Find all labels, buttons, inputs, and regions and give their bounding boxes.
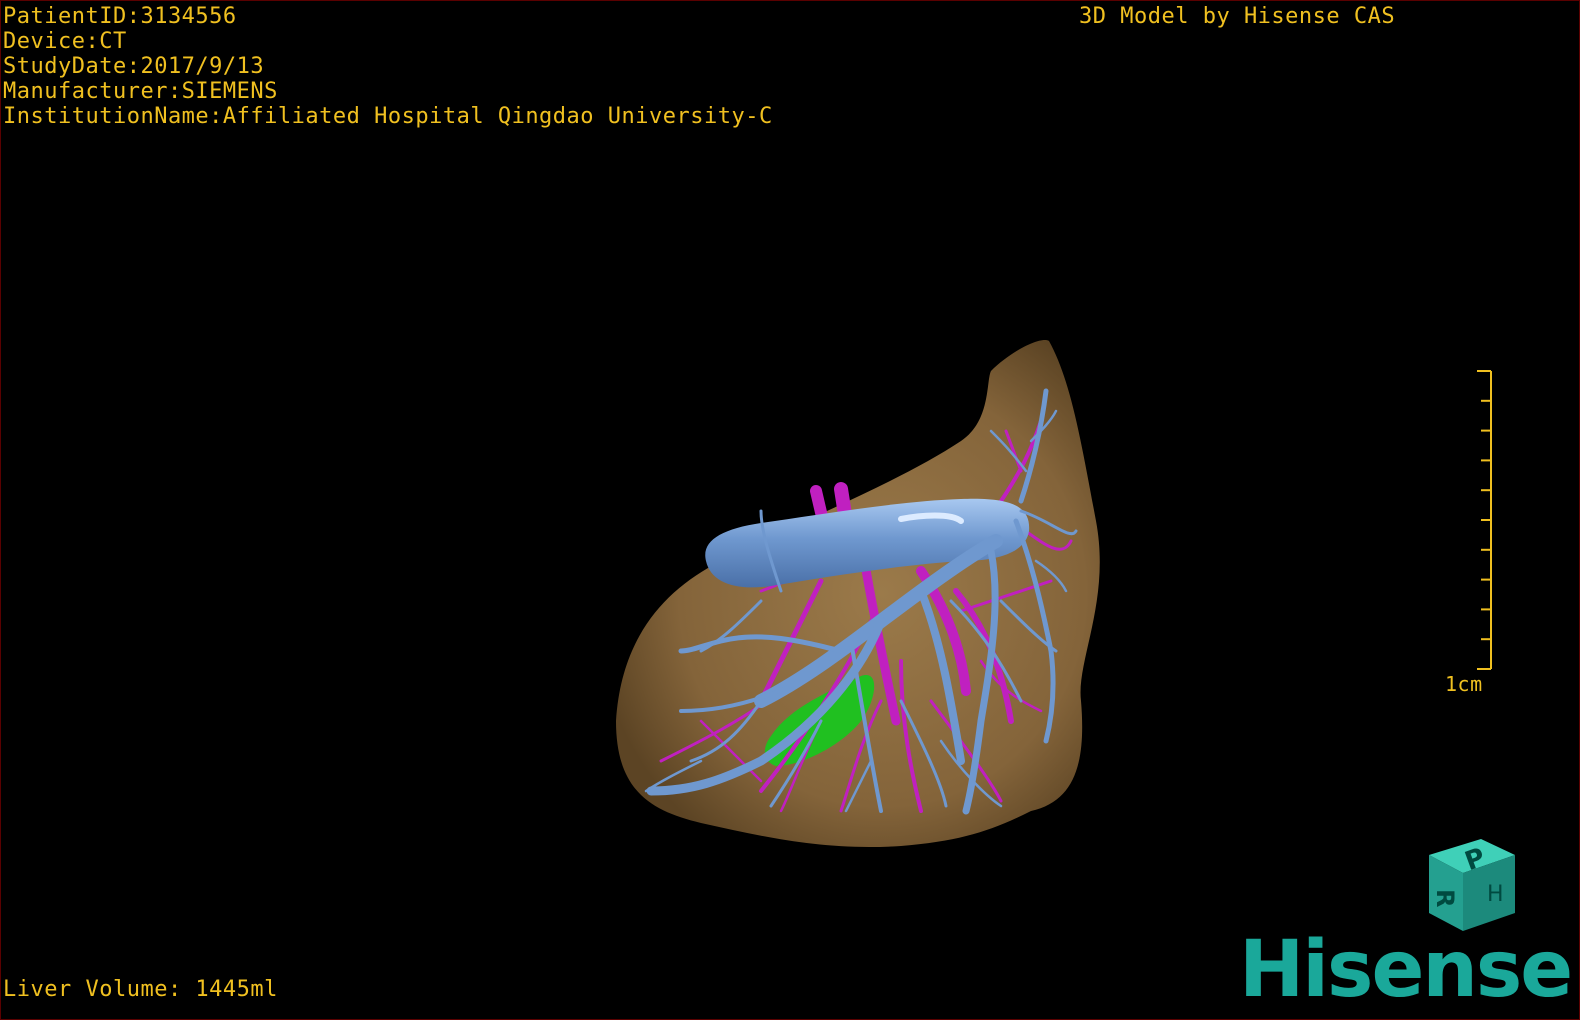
liver-volume: Liver Volume: 1445ml bbox=[3, 977, 278, 1002]
hisense-logo: Hisense bbox=[1239, 925, 1573, 1015]
scale-label: 1cm bbox=[1445, 672, 1483, 696]
study-date: StudyDate:2017/9/13 bbox=[3, 54, 265, 79]
liver-3d-model[interactable] bbox=[1, 1, 1580, 1020]
dicom-metadata: PatientID:3134556 Device:CT StudyDate:2017… bbox=[3, 4, 773, 129]
manufacturer: Manufacturer:SIEMENS bbox=[3, 79, 278, 104]
orientation-cube[interactable]: P H R bbox=[1419, 835, 1523, 935]
institution-name: InstitutionName:Affiliated Hospital Qing… bbox=[3, 104, 773, 129]
cube-label-r: R bbox=[1431, 889, 1459, 907]
cube-label-h: H bbox=[1487, 882, 1504, 907]
device: Device:CT bbox=[3, 29, 127, 54]
3d-viewport[interactable]: PatientID:3134556 Device:CT StudyDate:2017… bbox=[0, 0, 1580, 1020]
brand-caption: 3D Model by Hisense CAS bbox=[1079, 4, 1396, 29]
patient-id: PatientID:3134556 bbox=[3, 4, 237, 29]
liver-surface bbox=[616, 340, 1100, 847]
scale-bar bbox=[1477, 370, 1492, 670]
